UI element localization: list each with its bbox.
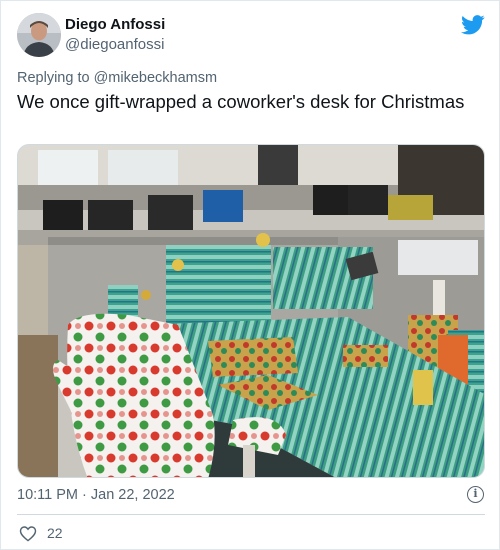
like-button[interactable]: 22 bbox=[19, 523, 63, 543]
tweet-photo[interactable] bbox=[17, 144, 485, 478]
author-name[interactable]: Diego Anfossi bbox=[65, 16, 165, 33]
tweet-text: We once gift-wrapped a coworker's desk f… bbox=[17, 91, 465, 112]
twitter-bird-icon[interactable] bbox=[461, 15, 485, 35]
author-handle[interactable]: @diegoanfossi bbox=[65, 36, 164, 53]
like-count: 22 bbox=[47, 525, 63, 541]
heart-icon[interactable] bbox=[19, 525, 37, 542]
divider bbox=[17, 514, 485, 515]
tweet-card: Diego Anfossi @diegoanfossi Replying to … bbox=[0, 0, 500, 550]
avatar-photo bbox=[17, 13, 61, 57]
tweet-timestamp[interactable]: 10:11 PM · Jan 22, 2022 bbox=[17, 487, 175, 503]
avatar[interactable] bbox=[17, 13, 61, 57]
office-cubicle-photo bbox=[18, 145, 484, 477]
reply-context[interactable]: Replying to @mikebeckhamsm bbox=[17, 70, 217, 86]
info-icon[interactable]: i bbox=[467, 486, 484, 503]
